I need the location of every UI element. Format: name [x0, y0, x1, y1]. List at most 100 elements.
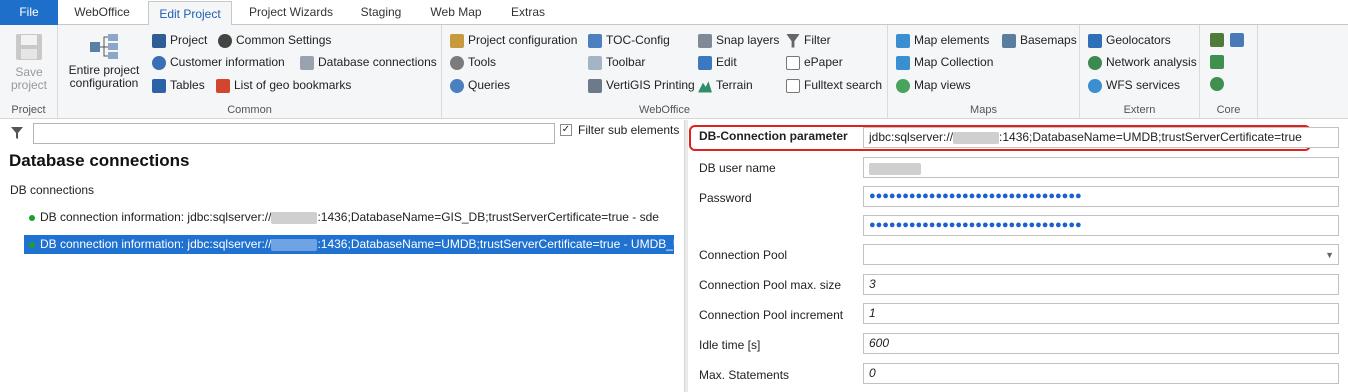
map-elements-icon	[896, 33, 910, 48]
max-statements-field[interactable]: 0	[863, 363, 1339, 384]
wfs-services-button[interactable]: WFS services	[1088, 75, 1180, 96]
basemaps-button[interactable]: Basemaps	[1002, 30, 1077, 51]
tools-button[interactable]: Tools	[450, 52, 496, 73]
list-item[interactable]: DB connection information: jdbc:sqlserve…	[24, 208, 659, 227]
tab-project-wizards[interactable]: Project Wizards	[236, 0, 346, 25]
epaper-button[interactable]: ePaper	[786, 52, 843, 73]
map-views-label: Map views	[914, 78, 971, 92]
list-item-selected[interactable]: DB connection information: jdbc:sqlserve…	[24, 235, 698, 254]
core-list-icon[interactable]	[1210, 55, 1224, 69]
tab-weboffice[interactable]: WebOffice	[60, 0, 144, 25]
toolbar-button[interactable]: Toolbar	[588, 52, 645, 73]
ribbon: Save project Project Entire project conf…	[0, 25, 1348, 119]
vertigis-printing-button[interactable]: VertiGIS Printing	[588, 75, 695, 96]
toc-config-button[interactable]: TOC-Config	[588, 30, 670, 51]
network-icon	[1088, 55, 1102, 70]
list-item-prefix: DB connection information: jdbc:sqlserve…	[40, 237, 272, 251]
database-connections-button[interactable]: Database connections	[300, 52, 437, 73]
common-settings-button[interactable]: Common Settings	[218, 30, 331, 51]
ribbon-tab-bar: File WebOffice Edit Project Project Wiza…	[0, 0, 1348, 26]
connection-properties-panel: DB-Connection parameter jdbc:sqlserver:/…	[688, 120, 1348, 392]
connection-pool-max-size-label: Connection Pool max. size	[699, 278, 842, 292]
redacted-host	[953, 131, 1000, 144]
map-collection-button[interactable]: Map Collection	[896, 52, 993, 73]
geolocator-icon	[1088, 33, 1102, 48]
password-field[interactable]: ●●●●●●●●●●●●●●●●●●●●●●●●●●●●●●●●	[863, 186, 1339, 207]
common-settings-label: Common Settings	[236, 33, 332, 47]
terrain-icon	[698, 81, 712, 93]
filter-input[interactable]	[33, 123, 555, 144]
map-elements-button[interactable]: Map elements	[896, 30, 989, 51]
filter-label: Filter	[804, 33, 831, 47]
snap-layers-label: Snap layers	[716, 33, 780, 47]
filter-sub-elements-label: Filter sub elements	[578, 123, 680, 137]
tab-staging[interactable]: Staging	[350, 0, 412, 25]
group-weboffice: Project configuration TOC-Config Snap la…	[442, 25, 888, 119]
project-configuration-button[interactable]: Project configuration	[450, 30, 577, 51]
tab-file[interactable]: File	[0, 0, 58, 25]
group-common: Entire project configuration Project Com…	[58, 25, 442, 119]
list-item-prefix: DB connection information: jdbc:sqlserve…	[40, 210, 272, 224]
terrain-button[interactable]: Terrain	[698, 75, 753, 96]
connection-pool-max-size-field[interactable]: 3	[863, 274, 1339, 295]
redacted-host	[271, 211, 318, 224]
customer-information-label: Customer information	[170, 55, 285, 69]
connection-pool-increment-field[interactable]: 1	[863, 303, 1339, 324]
status-dot-icon	[29, 215, 35, 221]
map-views-button[interactable]: Map views	[896, 75, 971, 96]
chevron-down-icon: ▼	[1325, 250, 1334, 260]
db-connection-parameter-field[interactable]: jdbc:sqlserver://:1436;DatabaseName=UMDB…	[863, 127, 1339, 148]
save-project-button[interactable]: Save project	[4, 31, 54, 92]
queries-button[interactable]: Queries	[450, 75, 510, 96]
group-extern: Geolocators Network analysis WFS service…	[1080, 25, 1200, 119]
redacted-host	[271, 238, 318, 251]
query-icon	[450, 78, 464, 93]
save-project-label: Save project	[10, 65, 48, 92]
wfs-services-label: WFS services	[1106, 78, 1181, 92]
password-confirm-field[interactable]: ●●●●●●●●●●●●●●●●●●●●●●●●●●●●●●●●	[863, 215, 1339, 236]
tables-button[interactable]: Tables	[152, 75, 205, 96]
project-icon	[152, 33, 166, 48]
idle-time-label: Idle time [s]	[699, 338, 761, 352]
tab-extras[interactable]: Extras	[500, 0, 556, 25]
entire-project-label: Entire project configuration	[68, 63, 140, 90]
fulltext-search-button[interactable]: Fulltext search	[786, 75, 882, 96]
redacted-user	[869, 163, 921, 176]
geolocators-button[interactable]: Geolocators	[1088, 30, 1171, 51]
terrain-label: Terrain	[716, 78, 753, 92]
idle-time-field[interactable]: 600	[863, 333, 1339, 354]
connection-pool-label: Connection Pool	[699, 248, 788, 262]
connection-pool-select[interactable]: ▼	[863, 244, 1339, 265]
geo-bookmarks-button[interactable]: List of geo bookmarks	[216, 75, 351, 96]
toc-icon	[588, 33, 602, 48]
snap-layers-button[interactable]: Snap layers	[698, 30, 779, 51]
filter-icon	[786, 33, 800, 48]
core-window-icon[interactable]	[1210, 33, 1224, 47]
tools-label: Tools	[468, 55, 497, 69]
project-button[interactable]: Project	[152, 30, 207, 51]
filter-button[interactable]: Filter	[786, 30, 831, 51]
database-connection-icon	[300, 55, 314, 70]
core-user-icon[interactable]	[1210, 77, 1224, 91]
edit-label: Edit	[716, 55, 737, 69]
project-configuration-label: Project configuration	[468, 33, 578, 47]
password-label: Password	[699, 191, 752, 205]
tab-web-map[interactable]: Web Map	[418, 0, 494, 25]
entire-project-configuration-button[interactable]: Entire project configuration	[64, 33, 144, 90]
list-item-suffix: :1436;DatabaseName=UMDB;trustServerCerti…	[317, 237, 699, 251]
edit-button[interactable]: Edit	[698, 52, 737, 73]
filter-sub-elements-checkbox[interactable]: ✓	[560, 124, 572, 136]
map-views-icon	[896, 78, 910, 93]
toolbar-label: Toolbar	[606, 55, 646, 69]
wfs-icon	[1088, 78, 1102, 93]
conn-prefix: jdbc:sqlserver://	[869, 130, 954, 144]
floppy-disk-icon	[16, 34, 42, 60]
customer-information-button[interactable]: Customer information	[152, 52, 285, 73]
wrench-icon[interactable]	[1230, 33, 1244, 47]
map-elements-label: Map elements	[914, 33, 990, 47]
db-user-name-field[interactable]	[863, 157, 1339, 178]
map-collection-icon	[896, 55, 910, 70]
network-analysis-button[interactable]: Network analysis	[1088, 52, 1197, 73]
users-icon	[152, 55, 166, 70]
tab-edit-project[interactable]: Edit Project	[148, 1, 232, 26]
